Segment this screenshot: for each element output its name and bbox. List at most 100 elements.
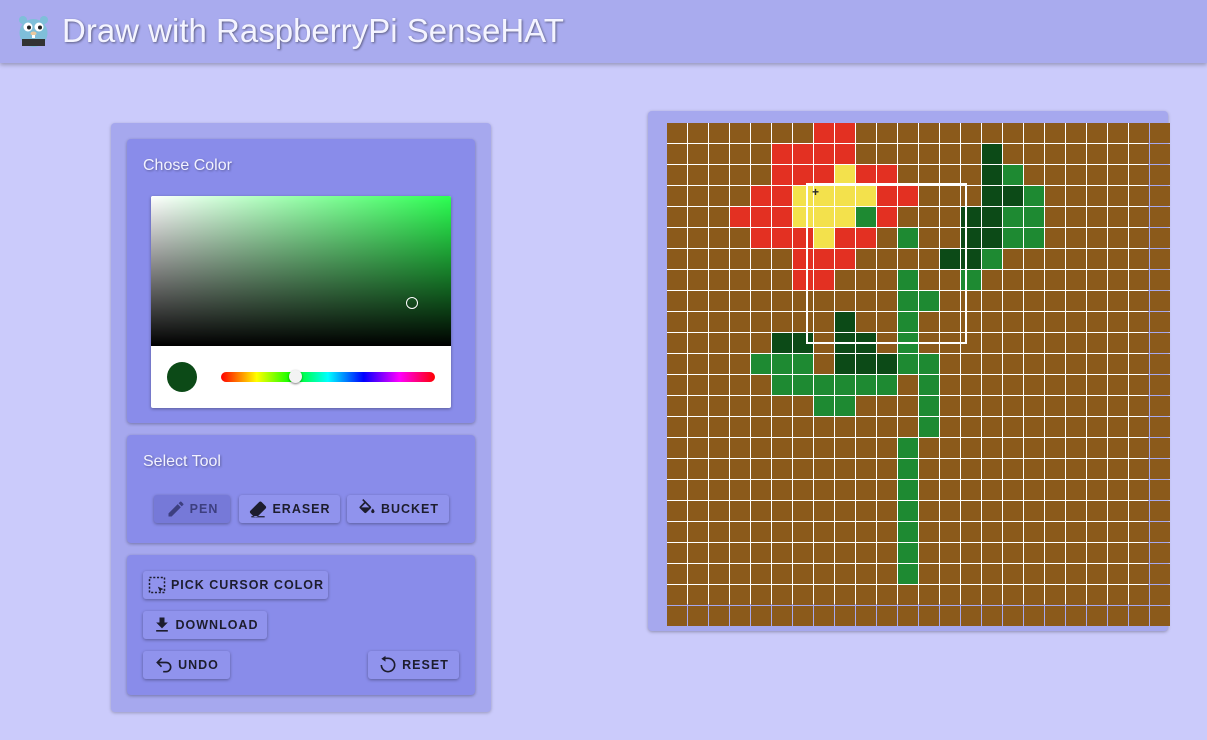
pixel-cell[interactable]: [982, 522, 1002, 542]
pixel-cell[interactable]: [898, 228, 918, 248]
pixel-cell[interactable]: [709, 543, 729, 563]
pixel-cell[interactable]: [1087, 249, 1107, 269]
pixel-cell[interactable]: [751, 291, 771, 311]
pixel-cell[interactable]: [856, 333, 876, 353]
pixel-cell[interactable]: [751, 459, 771, 479]
pixel-cell[interactable]: [772, 522, 792, 542]
pixel-cell[interactable]: [772, 333, 792, 353]
pixel-cell[interactable]: [1066, 501, 1086, 521]
pixel-cell[interactable]: [814, 522, 834, 542]
pixel-cell[interactable]: [709, 606, 729, 626]
pixel-cell[interactable]: [1066, 417, 1086, 437]
pixel-cell[interactable]: [1108, 291, 1128, 311]
pixel-cell[interactable]: [1087, 417, 1107, 437]
pixel-cell[interactable]: [835, 165, 855, 185]
pixel-cell[interactable]: [814, 543, 834, 563]
pixel-cell[interactable]: [667, 543, 687, 563]
pixel-cell[interactable]: [982, 480, 1002, 500]
pixel-cell[interactable]: [751, 249, 771, 269]
pixel-cell[interactable]: [1129, 522, 1149, 542]
pixel-cell[interactable]: [1003, 354, 1023, 374]
pixel-cell[interactable]: [667, 459, 687, 479]
pixel-cell[interactable]: [1150, 564, 1170, 584]
pixel-cell[interactable]: [1024, 564, 1044, 584]
pixel-cell[interactable]: [730, 438, 750, 458]
pixel-cell[interactable]: [1129, 186, 1149, 206]
pixel-cell[interactable]: [898, 165, 918, 185]
pixel-cell[interactable]: [1045, 396, 1065, 416]
pixel-cell[interactable]: [919, 333, 939, 353]
pixel-cell[interactable]: [1024, 186, 1044, 206]
pen-button[interactable]: PEN: [154, 495, 230, 523]
pixel-cell[interactable]: [709, 480, 729, 500]
pixel-cell[interactable]: [982, 123, 1002, 143]
pixel-cell[interactable]: [772, 207, 792, 227]
pixel-cell[interactable]: [1087, 207, 1107, 227]
pixel-cell[interactable]: [961, 564, 981, 584]
pixel-cell[interactable]: [772, 564, 792, 584]
pixel-cell[interactable]: [919, 459, 939, 479]
pixel-cell[interactable]: [793, 396, 813, 416]
pixel-cell[interactable]: [1087, 144, 1107, 164]
pixel-cell[interactable]: [730, 123, 750, 143]
pixel-cell[interactable]: [730, 207, 750, 227]
pixel-cell[interactable]: [709, 333, 729, 353]
pixel-cell[interactable]: [1045, 207, 1065, 227]
pixel-cell[interactable]: [1150, 249, 1170, 269]
pixel-cell[interactable]: [667, 123, 687, 143]
pixel-cell[interactable]: [940, 354, 960, 374]
pixel-cell[interactable]: [982, 207, 1002, 227]
pixel-cell[interactable]: [793, 375, 813, 395]
pixel-cell[interactable]: [688, 480, 708, 500]
pixel-cell[interactable]: [751, 228, 771, 248]
pixel-cell[interactable]: [961, 291, 981, 311]
pixel-cell[interactable]: [751, 585, 771, 605]
pixel-cell[interactable]: [856, 585, 876, 605]
pixel-cell[interactable]: [751, 270, 771, 290]
pixel-cell[interactable]: [730, 312, 750, 332]
pixel-cell[interactable]: [709, 123, 729, 143]
pixel-cell[interactable]: [898, 354, 918, 374]
pixel-cell[interactable]: [1150, 585, 1170, 605]
pixel-cell[interactable]: [961, 480, 981, 500]
pixel-cell[interactable]: [709, 186, 729, 206]
pixel-cell[interactable]: [940, 144, 960, 164]
pixel-cell[interactable]: [940, 501, 960, 521]
pixel-cell[interactable]: [814, 333, 834, 353]
pixel-cell[interactable]: [856, 417, 876, 437]
pixel-cell[interactable]: [772, 543, 792, 563]
pixel-cell[interactable]: [667, 480, 687, 500]
pixel-cell[interactable]: [919, 144, 939, 164]
pixel-cell[interactable]: [835, 249, 855, 269]
pixel-cell[interactable]: [1066, 606, 1086, 626]
pixel-cell[interactable]: [730, 459, 750, 479]
pixel-cell[interactable]: [688, 417, 708, 437]
pixel-cell[interactable]: [898, 564, 918, 584]
pixel-canvas[interactable]: [667, 123, 1170, 626]
pixel-cell[interactable]: [1003, 522, 1023, 542]
pixel-cell[interactable]: [793, 438, 813, 458]
pixel-cell[interactable]: [1150, 543, 1170, 563]
pixel-cell[interactable]: [961, 417, 981, 437]
pixel-cell[interactable]: [919, 228, 939, 248]
pixel-cell[interactable]: [1024, 396, 1044, 416]
pixel-cell[interactable]: [940, 585, 960, 605]
pixel-cell[interactable]: [1150, 459, 1170, 479]
pixel-cell[interactable]: [751, 417, 771, 437]
pixel-cell[interactable]: [1087, 522, 1107, 542]
pixel-cell[interactable]: [1129, 165, 1149, 185]
pixel-cell[interactable]: [982, 459, 1002, 479]
pixel-cell[interactable]: [814, 375, 834, 395]
pixel-cell[interactable]: [709, 396, 729, 416]
pixel-cell[interactable]: [940, 123, 960, 143]
pixel-cell[interactable]: [1024, 333, 1044, 353]
pixel-cell[interactable]: [898, 417, 918, 437]
pixel-cell[interactable]: [1150, 270, 1170, 290]
pixel-cell[interactable]: [1087, 291, 1107, 311]
pixel-cell[interactable]: [877, 186, 897, 206]
pixel-cell[interactable]: [1024, 501, 1044, 521]
pixel-cell[interactable]: [1066, 543, 1086, 563]
pixel-cell[interactable]: [856, 564, 876, 584]
pixel-cell[interactable]: [982, 375, 1002, 395]
pixel-cell[interactable]: [898, 312, 918, 332]
